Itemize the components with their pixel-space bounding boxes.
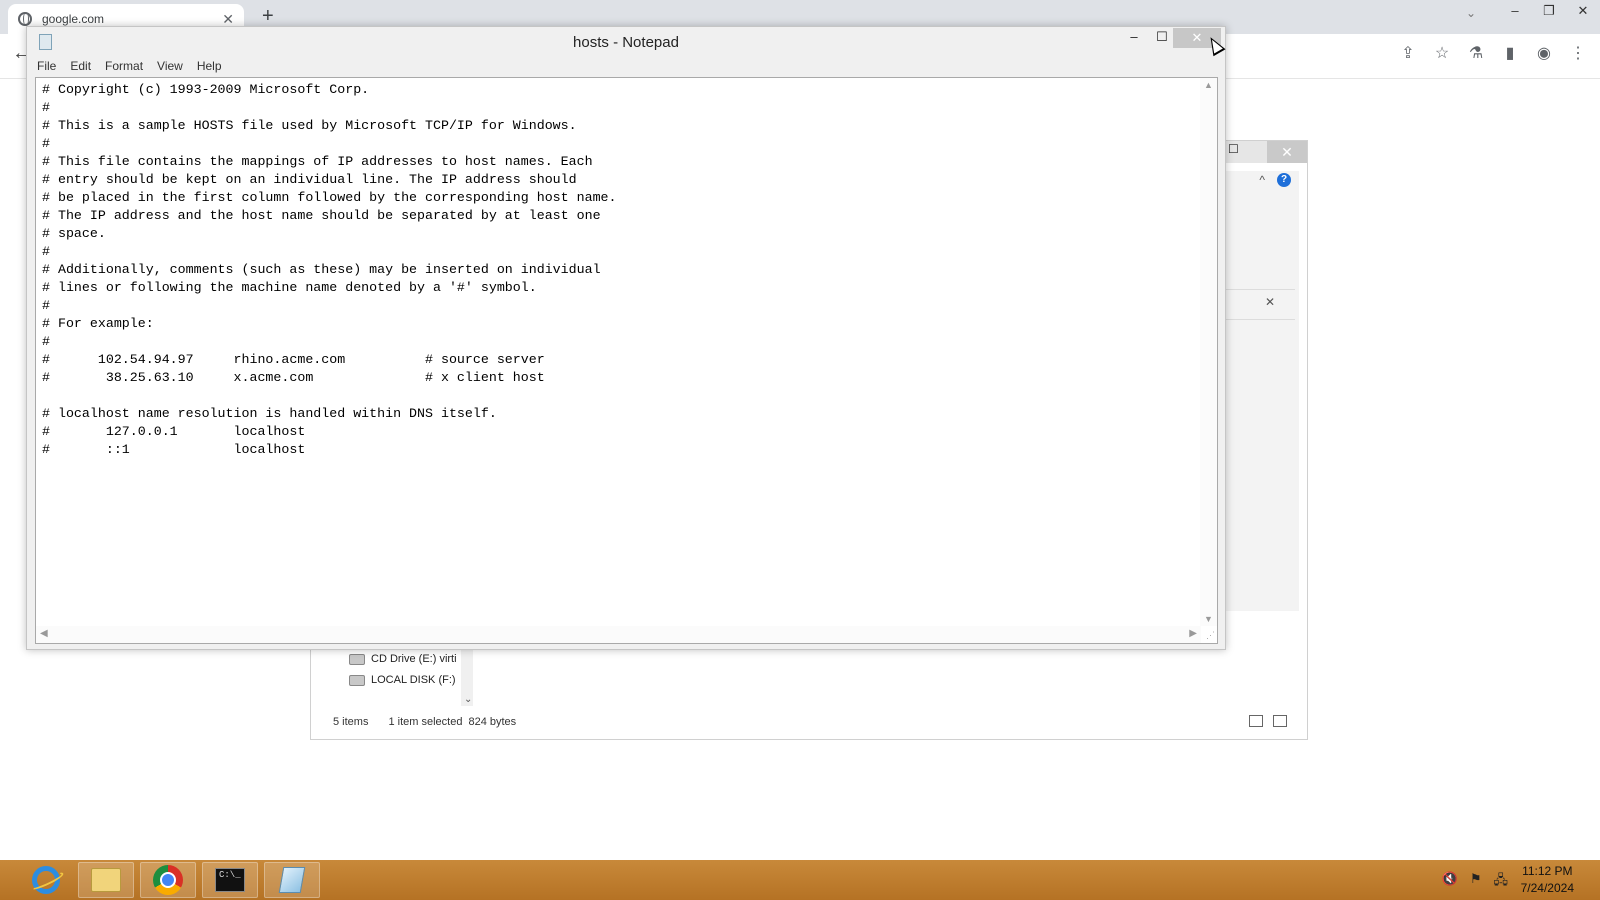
search-clear-icon[interactable]: ✕ bbox=[1265, 295, 1275, 309]
taskbar-notepad[interactable] bbox=[264, 862, 320, 898]
tab-search-icon[interactable]: ⌄ bbox=[1466, 6, 1476, 20]
share-icon[interactable]: ⇪ bbox=[1398, 44, 1418, 64]
notepad-titlebar[interactable]: hosts - Notepad – ☐ ✕ bbox=[27, 27, 1225, 57]
command-prompt-icon: C:\_ bbox=[215, 868, 245, 892]
tab-close-icon[interactable]: ✕ bbox=[222, 11, 234, 28]
vertical-scrollbar[interactable]: ▲ ▼ bbox=[1200, 78, 1217, 626]
help-icon[interactable]: ? bbox=[1277, 173, 1291, 187]
nav-item-local-disk[interactable]: LOCAL DISK (F:) bbox=[349, 674, 456, 686]
menu-bar: File Edit Format View Help bbox=[37, 59, 222, 73]
menu-help[interactable]: Help bbox=[197, 59, 222, 73]
taskbar-command-prompt[interactable]: C:\_ bbox=[202, 862, 258, 898]
browser-window-controls: – ❐ ✕ bbox=[1498, 0, 1600, 24]
notepad-icon bbox=[278, 867, 306, 893]
new-tab-button[interactable]: + bbox=[262, 5, 274, 28]
action-center-flag-icon[interactable]: ⚑ bbox=[1470, 871, 1482, 893]
ribbon-collapse-icon[interactable]: ^ bbox=[1259, 173, 1265, 187]
nav-item-label: LOCAL DISK (F:) bbox=[371, 674, 456, 686]
browser-close-button[interactable]: ✕ bbox=[1566, 0, 1600, 24]
volume-muted-icon[interactable]: 🔇 bbox=[1442, 871, 1458, 893]
browser-restore-button[interactable]: ❐ bbox=[1532, 0, 1566, 24]
globe-icon bbox=[18, 12, 32, 26]
cd-drive-icon bbox=[349, 653, 365, 665]
scroll-right-icon[interactable]: ▶ bbox=[1189, 628, 1197, 639]
hosts-file-content[interactable]: # Copyright (c) 1993-2009 Microsoft Corp… bbox=[42, 81, 617, 459]
taskbar-clock[interactable]: 11:12 PM 7/24/2024 bbox=[1521, 863, 1574, 897]
browser-minimize-button[interactable]: – bbox=[1498, 0, 1532, 24]
system-tray: 🔇 ⚑ 🖧 bbox=[1442, 871, 1508, 893]
menu-file[interactable]: File bbox=[37, 59, 56, 73]
details-view-icon[interactable] bbox=[1249, 715, 1263, 727]
divider bbox=[1225, 319, 1295, 320]
minimize-button[interactable]: – bbox=[1121, 29, 1147, 44]
clock-date: 7/24/2024 bbox=[1520, 881, 1574, 895]
scroll-left-icon[interactable]: ◀ bbox=[40, 628, 48, 639]
more-menu-icon[interactable]: ⋮ bbox=[1568, 44, 1588, 64]
clock-time: 11:12 PM bbox=[1522, 864, 1573, 878]
folder-icon bbox=[91, 868, 121, 892]
network-icon[interactable]: 🖧 bbox=[1494, 871, 1509, 893]
item-count: 5 items bbox=[333, 716, 369, 728]
explorer-close-button[interactable]: ✕ bbox=[1267, 141, 1307, 163]
taskbar-file-explorer[interactable] bbox=[78, 862, 134, 898]
scroll-up-icon[interactable]: ▲ bbox=[1204, 80, 1213, 90]
nav-item-label: CD Drive (E:) virti bbox=[371, 653, 457, 665]
selection-size: 824 bytes bbox=[468, 716, 517, 728]
taskbar: C:\_ 🔇 ⚑ 🖧 11:12 PM 7/24/2024 bbox=[0, 860, 1600, 900]
profile-icon[interactable]: ◉ bbox=[1534, 44, 1554, 64]
extensions-icon[interactable]: ⚗ bbox=[1466, 44, 1486, 64]
internet-explorer-icon bbox=[32, 866, 60, 894]
taskbar-chrome[interactable] bbox=[140, 862, 196, 898]
horizontal-scrollbar[interactable]: ◀ ▶ bbox=[36, 626, 1201, 643]
menu-view[interactable]: View bbox=[157, 59, 183, 73]
large-icons-view-icon[interactable] bbox=[1273, 715, 1287, 727]
explorer-maximize-button[interactable]: ☐ bbox=[1228, 142, 1239, 156]
divider bbox=[1225, 289, 1295, 290]
scroll-down-icon[interactable]: ⌄ bbox=[464, 694, 472, 705]
notepad-window: hosts - Notepad – ☐ ✕ File Edit Format V… bbox=[26, 26, 1226, 650]
window-title: hosts - Notepad bbox=[573, 34, 679, 51]
selection-count: 1 item selected bbox=[388, 716, 463, 728]
resize-grip-icon[interactable]: ⋰ bbox=[1206, 630, 1215, 641]
hard-drive-icon bbox=[349, 674, 365, 686]
side-panel-icon[interactable]: ▮ bbox=[1500, 44, 1520, 64]
menu-format[interactable]: Format bbox=[105, 59, 143, 73]
chrome-icon bbox=[153, 865, 183, 895]
nav-item-cd-drive[interactable]: CD Drive (E:) virti bbox=[349, 653, 457, 665]
browser-tab-title: google.com bbox=[42, 12, 105, 26]
browser-toolbar-icons: ⇪ ☆ ⚗ ▮ ◉ ⋮ bbox=[1398, 44, 1588, 64]
bookmark-star-icon[interactable]: ☆ bbox=[1432, 44, 1452, 64]
explorer-content-pane bbox=[1221, 171, 1299, 611]
menu-edit[interactable]: Edit bbox=[70, 59, 91, 73]
text-editor[interactable]: # Copyright (c) 1993-2009 Microsoft Corp… bbox=[35, 77, 1218, 644]
explorer-status-bar: 5 items 1 item selected 824 bytes bbox=[333, 716, 516, 728]
explorer-titlebar-controls: ☐ ✕ bbox=[1217, 141, 1307, 163]
view-toggle bbox=[1249, 715, 1287, 727]
taskbar-internet-explorer[interactable] bbox=[18, 862, 74, 898]
scroll-down-icon[interactable]: ▼ bbox=[1204, 614, 1213, 624]
maximize-button[interactable]: ☐ bbox=[1149, 29, 1175, 45]
